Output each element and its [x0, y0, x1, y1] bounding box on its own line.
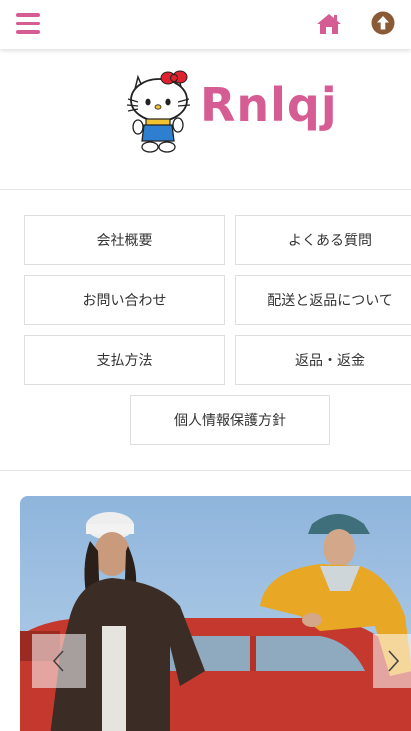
arrow-up-circle-icon: [371, 11, 395, 35]
nav-payment-button[interactable]: 支払方法: [24, 335, 225, 385]
logo-area: Rnlqj: [0, 49, 411, 189]
slider-prev-button[interactable]: [32, 634, 86, 688]
scroll-top-button[interactable]: [371, 11, 395, 35]
nav-faq-button[interactable]: よくある質問: [235, 215, 411, 265]
menu-line: [16, 21, 40, 25]
slider-next-button[interactable]: [373, 634, 411, 688]
home-icon: [317, 14, 341, 34]
nav-shipping-button[interactable]: 配送と返品について: [235, 275, 411, 325]
brand-logo-text[interactable]: Rnlqj: [200, 77, 338, 133]
nav-refund-button[interactable]: 返品・返金: [235, 335, 411, 385]
top-header: [0, 0, 411, 49]
hello-kitty-mascot[interactable]: [126, 67, 198, 153]
section-divider: [0, 470, 411, 471]
hamburger-menu-button[interactable]: [16, 13, 40, 35]
hero-banner-image: [20, 496, 411, 731]
hero-slider[interactable]: [20, 496, 411, 731]
chevron-right-icon: [388, 650, 400, 672]
nav-company-button[interactable]: 会社概要: [24, 215, 225, 265]
menu-line: [16, 30, 40, 34]
section-divider: [0, 189, 411, 190]
menu-line: [16, 13, 40, 17]
nav-privacy-button[interactable]: 個人情報保護方針: [130, 395, 330, 445]
chevron-left-icon: [52, 650, 64, 672]
home-button[interactable]: [316, 12, 342, 36]
nav-contact-button[interactable]: お問い合わせ: [24, 275, 225, 325]
